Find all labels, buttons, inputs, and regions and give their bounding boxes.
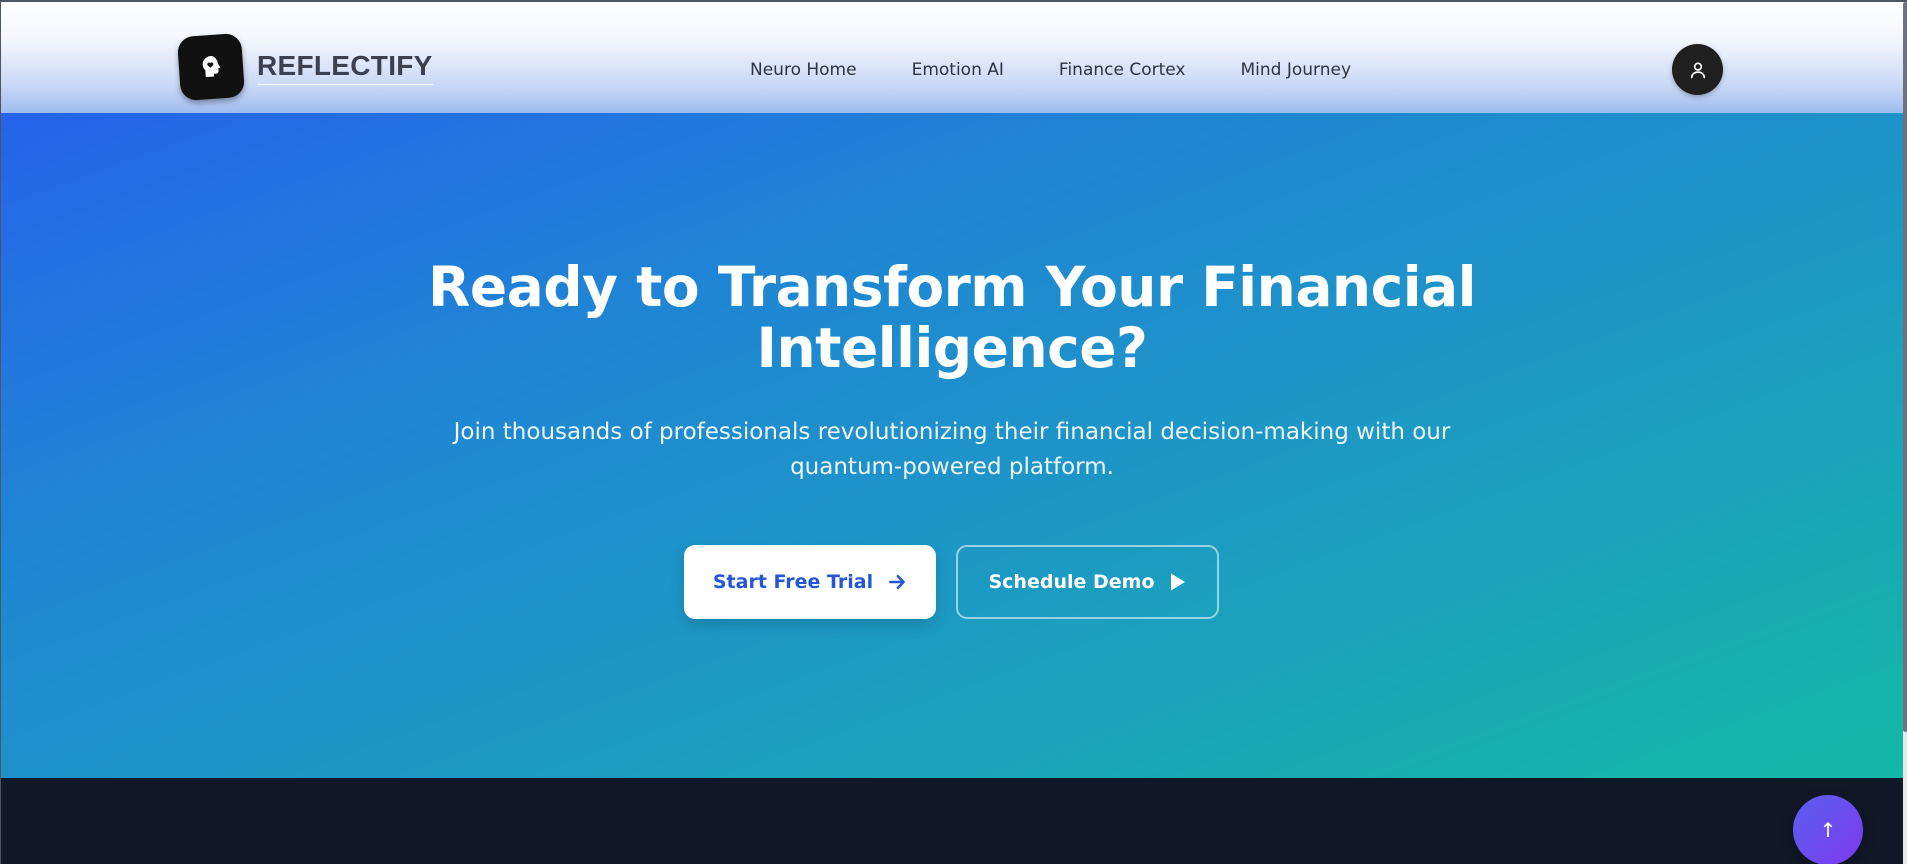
user-icon <box>1690 62 1705 78</box>
hero-subtitle-line-2: quantum-powered platform. <box>790 454 1114 480</box>
nav-item-mind-journey[interactable]: Mind Journey <box>1241 58 1352 82</box>
hero-title-line-2: Intelligence? <box>756 316 1148 380</box>
brand-logo <box>176 32 246 102</box>
scrollbar-thumb[interactable] <box>1903 2 1907 732</box>
hero-title-line-1: Ready to Transform Your Financial <box>427 255 1477 319</box>
profile-button[interactable] <box>1672 44 1723 95</box>
nav-item-finance-cortex[interactable]: Finance Cortex <box>1059 58 1186 82</box>
nav-item-emotion-ai[interactable]: Emotion AI <box>912 58 1004 82</box>
nav-item-neuro-home[interactable]: Neuro Home <box>750 58 857 82</box>
brand-link[interactable]: REFLECTIFY <box>176 32 433 102</box>
hero-subtitle-line-1: Join thousands of professionals revoluti… <box>453 419 1451 445</box>
scroll-to-top-button[interactable]: ↑ <box>1793 795 1863 864</box>
arrow-up-icon: ↑ <box>1819 818 1837 842</box>
schedule-demo-label: Schedule Demo <box>988 571 1155 593</box>
hero-subtitle: Join thousands of professionals revoluti… <box>1 415 1903 485</box>
head-heart-icon <box>202 55 221 78</box>
arrow-right-icon <box>889 574 906 590</box>
play-icon <box>1170 573 1185 591</box>
schedule-demo-button[interactable]: Schedule Demo <box>956 545 1219 619</box>
brand-name: REFLECTIFY <box>257 50 433 85</box>
page-scrollbar[interactable] <box>1903 2 1907 864</box>
hero-section: Ready to Transform Your Financial Intell… <box>1 113 1903 778</box>
start-free-trial-label: Start Free Trial <box>712 571 874 593</box>
start-free-trial-button[interactable]: Start Free Trial <box>684 545 936 619</box>
footer-band <box>1 778 1903 864</box>
main-nav: Neuro Home Emotion AI Finance Cortex Min… <box>750 58 1351 82</box>
site-header: REFLECTIFY Neuro Home Emotion AI Finance… <box>1 2 1903 113</box>
page: REFLECTIFY Neuro Home Emotion AI Finance… <box>0 0 1907 864</box>
hero-title: Ready to Transform Your Financial Intell… <box>1 257 1903 379</box>
